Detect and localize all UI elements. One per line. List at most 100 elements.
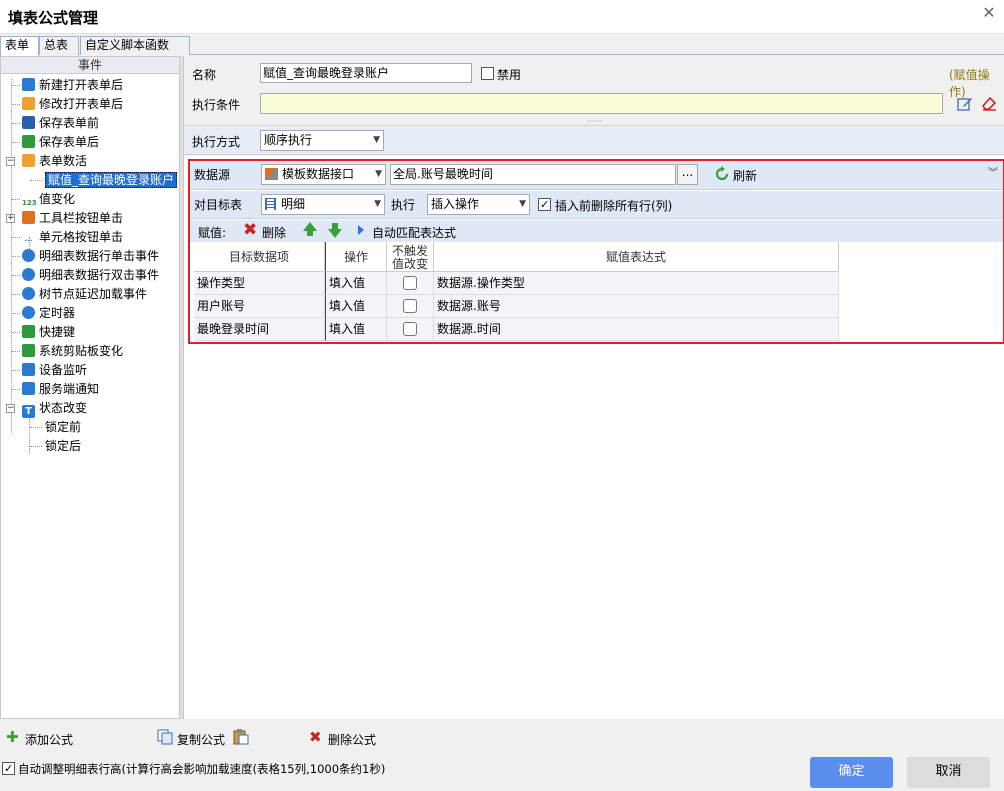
col-no-trigger: 不触发值改变 <box>387 242 434 272</box>
tree-item-0[interactable]: 新建打开表单后 <box>1 76 179 95</box>
tree-item-7[interactable]: + 工具栏按钮单击 <box>1 209 179 228</box>
formula-editor: 名称 赋值_查询最晚登录账户 禁用 (赋值操作) 执行条件 ······ 执行方… <box>183 56 1004 719</box>
detail-table-icon <box>265 198 276 210</box>
clear-before-checkbox[interactable] <box>538 198 551 211</box>
refresh-button[interactable]: 刷新 <box>733 167 757 184</box>
collapse-node-icon[interactable]: − <box>6 404 15 413</box>
auto-row-height-checkbox[interactable] <box>2 762 15 775</box>
tab-summary[interactable]: 总表 <box>39 36 79 55</box>
cell-expr[interactable]: 数据源.操作类型 <box>434 272 839 295</box>
tree-item-label: 新建打开表单后 <box>39 78 124 92</box>
cell-target[interactable]: 用户账号 <box>194 295 325 318</box>
tree-item-11[interactable]: 树节点延迟加载事件 <box>1 285 179 304</box>
tree-item-13[interactable]: 快捷键 <box>1 323 179 342</box>
copy-formula-button[interactable]: 复制公式 <box>177 731 225 748</box>
no-trigger-checkbox[interactable] <box>403 322 417 336</box>
move-down-icon[interactable] <box>328 229 342 238</box>
cell-expr[interactable]: 数据源.账号 <box>434 295 839 318</box>
exec-mode-value: 顺序执行 <box>264 133 313 147</box>
cell-op[interactable]: 填入值 <box>325 272 387 295</box>
tree-item-14[interactable]: 系统剪贴板变化 <box>1 342 179 361</box>
delete-formula-icon[interactable]: ✖ <box>309 728 322 746</box>
delete-icon[interactable]: ✖ <box>243 220 257 240</box>
auto-match-button[interactable]: 自动匹配表达式 <box>372 224 456 241</box>
folder-open-icon <box>22 97 35 110</box>
paste-icon[interactable] <box>233 728 249 745</box>
save-after-icon <box>22 135 35 148</box>
tree-item-9[interactable]: 明细表数据行单击事件 <box>1 247 179 266</box>
tree-item-15[interactable]: 设备监听 <box>1 361 179 380</box>
row-splitter[interactable]: ······ <box>184 118 1004 126</box>
cell-expr[interactable]: 数据源.时间 <box>434 318 839 341</box>
cell-no-trigger[interactable] <box>387 318 434 341</box>
exec-value: 插入操作 <box>431 197 480 211</box>
tree-item-label: 值变化 <box>39 192 76 206</box>
title-bar: 填表公式管理 ✕ <box>0 0 1004 34</box>
add-icon[interactable]: ✚ <box>6 730 19 745</box>
new-open-icon <box>22 78 35 91</box>
tree-item-8[interactable]: ··· 单元格按钮单击 <box>1 228 179 247</box>
play-icon <box>358 225 364 235</box>
tab-custom-script[interactable]: 自定义脚本函数 <box>80 36 190 55</box>
name-label: 名称 <box>192 68 217 82</box>
clipboard-icon <box>22 344 35 357</box>
add-formula-button[interactable]: 添加公式 <box>25 731 73 748</box>
tree-item-5[interactable]: 赋值_查询最晚登录账户 <box>1 171 179 190</box>
cell-op[interactable]: 填入值 <box>325 318 387 341</box>
disable-checkbox[interactable] <box>481 67 494 80</box>
tree-item-1[interactable]: 修改打开表单后 <box>1 95 179 114</box>
server-notify-icon <box>22 382 35 395</box>
cell-no-trigger[interactable] <box>387 272 434 295</box>
no-trigger-checkbox[interactable] <box>403 276 417 290</box>
exec-select[interactable]: 插入操作 ▼ <box>427 194 530 215</box>
tree-item-label: 定时器 <box>39 306 76 320</box>
close-icon[interactable]: ✕ <box>980 4 998 22</box>
assign-config-box: 数据源 模板数据接口 ▼ 全局.账号最晚时间 ... 刷新 ︾ 对目标表 明细 ▼ … <box>188 159 1004 344</box>
exec-mode-select[interactable]: 顺序执行 ▼ <box>260 130 384 151</box>
expand-icon[interactable]: + <box>6 214 15 223</box>
ok-button[interactable]: 确定 <box>810 757 893 788</box>
eraser-icon[interactable] <box>980 94 998 112</box>
col-target: 目标数据项 <box>194 242 325 272</box>
cell-op[interactable]: 填入值 <box>325 295 387 318</box>
tree-item-16[interactable]: 服务端通知 <box>1 380 179 399</box>
tree-item-6[interactable]: 123 值变化 <box>1 190 179 209</box>
col-expr: 赋值表达式 <box>434 242 839 272</box>
delete-row-button[interactable]: 删除 <box>262 224 286 241</box>
datasource-expr-input[interactable]: 全局.账号最晚时间 <box>390 164 676 185</box>
browse-button[interactable]: ... <box>677 164 698 185</box>
tree-item-label: 明细表数据行单击事件 <box>39 249 160 263</box>
exec-mode-bar: 执行方式 顺序执行 ▼ <box>184 127 1004 155</box>
cell-target[interactable]: 最晚登录时间 <box>194 318 325 341</box>
copy-icon[interactable] <box>157 729 173 745</box>
cell-no-trigger[interactable] <box>387 295 434 318</box>
tools-icon <box>22 211 35 224</box>
datasource-select[interactable]: 模板数据接口 ▼ <box>261 164 386 185</box>
no-trigger-checkbox[interactable] <box>403 299 417 313</box>
disable-label: 禁用 <box>497 68 522 82</box>
edit-icon[interactable] <box>957 96 973 112</box>
tree-item-10[interactable]: 明细表数据行双击事件 <box>1 266 179 285</box>
tree-item-2[interactable]: 保存表单前 <box>1 114 179 133</box>
window-title: 填表公式管理 <box>8 9 99 27</box>
tree-item-18[interactable]: 锁定前 <box>1 418 179 437</box>
refresh-icon[interactable] <box>714 166 730 182</box>
tree-item-19[interactable]: 锁定后 <box>1 437 179 456</box>
target-select[interactable]: 明细 ▼ <box>261 194 385 215</box>
tree-item-17[interactable]: − T 状态改变 <box>1 399 179 418</box>
tree-item-label: 锁定前 <box>45 420 82 434</box>
collapse-icon[interactable]: ︾ <box>988 164 998 179</box>
tree-item-label: 快捷键 <box>39 325 76 339</box>
auto-row-height-label: 自动调整明细表行高(计算行高会影响加载速度(表格15列,1000条约1秒) <box>18 762 386 776</box>
cell-target[interactable]: 操作类型 <box>194 272 325 295</box>
tree-item-4[interactable]: − 表单数活 <box>1 152 179 171</box>
name-input[interactable]: 赋值_查询最晚登录账户 <box>260 63 472 83</box>
tree-item-3[interactable]: 保存表单后 <box>1 133 179 152</box>
bottom-bar: ✚ 添加公式 复制公式 ✖ 删除公式 自动调整明细表行高(计算行高会影响加载速度… <box>0 719 1004 791</box>
collapse-node-icon[interactable]: − <box>6 157 15 166</box>
delete-formula-button[interactable]: 删除公式 <box>328 731 376 748</box>
tab-form[interactable]: 表单 <box>0 36 39 56</box>
condition-input[interactable] <box>260 93 943 114</box>
tree-item-12[interactable]: 定时器 <box>1 304 179 323</box>
cancel-button[interactable]: 取消 <box>907 757 990 788</box>
